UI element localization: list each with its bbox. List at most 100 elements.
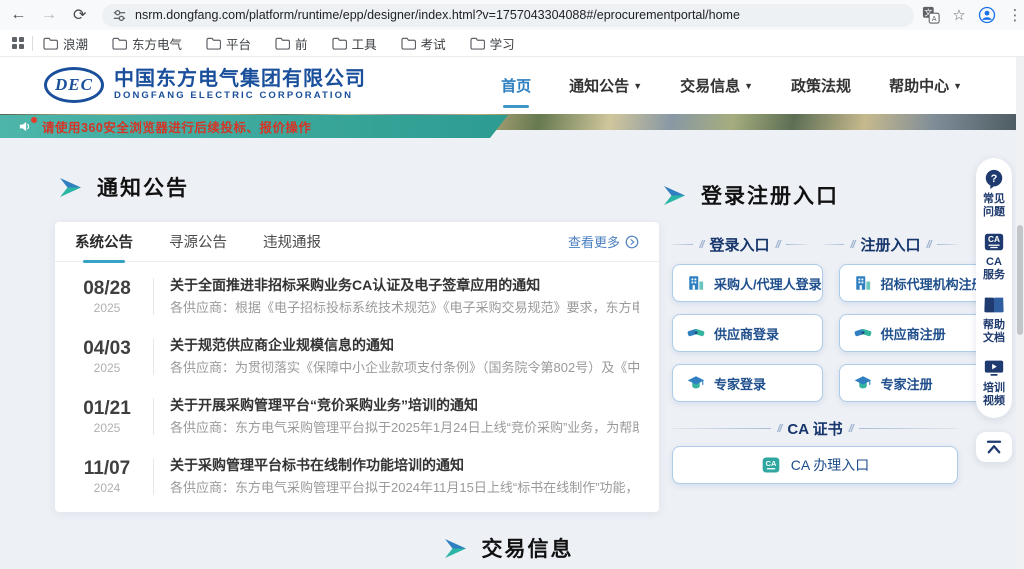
divider [937, 244, 958, 245]
notice-body: 关于全面推进非招标采购业务CA认证及电子签章应用的通知 各供应商：根据《电子招标… [170, 276, 639, 317]
register-header: // 注册入口 // [823, 234, 958, 255]
bookmark-folder[interactable]: 前 [275, 34, 308, 53]
folder-icon [275, 37, 290, 50]
site-settings-icon[interactable] [112, 8, 127, 23]
notice-text: 请使用360安全浏览器进行后续投标、报价操作 [42, 117, 311, 136]
trade-section-title: 交易信息 [0, 533, 1016, 563]
circle-arrow-icon [625, 235, 639, 249]
folder-icon [112, 37, 127, 50]
nav-trade-info[interactable]: 交易信息 ▼ [680, 69, 753, 102]
tab-system-notices[interactable]: 系统公告 [75, 222, 133, 262]
bookmark-star-icon[interactable]: ☆ [950, 6, 968, 24]
apps-grid-icon[interactable] [10, 35, 26, 51]
company-name-en: DONGFANG ELECTRIC CORPORATION [114, 90, 366, 102]
section-title-text: 通知公告 [97, 172, 189, 202]
sidebar-item-faq[interactable]: ? 常见问题 [976, 168, 1012, 219]
supplier-login-button[interactable]: 供应商登录 [672, 314, 823, 352]
company-logo[interactable]: DEC 中国东方电气集团有限公司 DONGFANG ELECTRIC CORPO… [44, 67, 366, 103]
browser-menu-icon[interactable]: ⋮ [1006, 6, 1024, 24]
button-label: 专家登录 [714, 374, 766, 393]
notice-desc: 各供应商：根据《电子招标投标系统技术规范》《电子采购交易规范》要求，东方电气采购… [170, 299, 639, 317]
translate-icon[interactable]: 文 A [922, 6, 940, 24]
notice-body: 关于规范供应商企业规模信息的通知 各供应商：为贯彻落实《保障中小企业款项支付条例… [170, 336, 639, 377]
building-icon [854, 274, 872, 292]
date-md: 08/28 [75, 278, 139, 300]
profile-icon[interactable] [978, 6, 996, 24]
nav-home[interactable]: 首页 [501, 69, 531, 102]
section-title-text: 交易信息 [482, 533, 574, 563]
notice-desc: 各供应商：东方电气采购管理平台拟于2025年1月24日上线“竞价采购”业务，为帮… [170, 419, 639, 437]
bookmark-folder[interactable]: 东方电气 [112, 34, 182, 53]
list-item[interactable]: 08/28 2025 关于全面推进非招标采购业务CA认证及电子签章应用的通知 各… [75, 266, 639, 326]
page-scrollbar[interactable] [1016, 57, 1024, 569]
notice-desc: 各供应商：东方电气采购管理平台拟于2024年11月15日上线“标书在线制作”功能… [170, 479, 639, 497]
browser-notice-ribbon: 请使用360安全浏览器进行后续投标、报价操作 [0, 115, 508, 138]
announcements-card: 系统公告 寻源公告 违规通报 查看更多 08/28 2025 关于全面推进非招标… [55, 222, 659, 512]
nav-policies[interactable]: 政策法规 [791, 69, 851, 102]
floating-sidebar: ? 常见问题 CA CA服务 帮助文档 [976, 158, 1012, 418]
alert-dot [31, 117, 37, 123]
forward-icon[interactable]: → [37, 2, 62, 28]
svg-text:A: A [932, 14, 937, 23]
purchaser-login-button[interactable]: 采购人/代理人登录 [672, 264, 823, 302]
sidebar-item-help-docs[interactable]: 帮助文档 [976, 294, 1012, 345]
agency-register-button[interactable]: 招标代理机构注册 [839, 264, 986, 302]
ca-cert-header: // CA 证书 // [672, 418, 958, 439]
section-arrow-icon [443, 538, 468, 559]
book-icon [983, 294, 1005, 316]
reload-icon[interactable]: ⟳ [67, 2, 92, 28]
company-name-cn: 中国东方电气集团有限公司 [114, 68, 366, 90]
list-item[interactable]: 04/03 2025 关于规范供应商企业规模信息的通知 各供应商：为贯彻落实《保… [75, 326, 639, 386]
button-label: 采购人/代理人登录 [714, 274, 822, 293]
tab-violation-reports[interactable]: 违规通报 [263, 222, 321, 262]
bookmark-folder[interactable]: 浪潮 [43, 34, 88, 53]
folder-icon [401, 37, 416, 50]
bookmark-label: 平台 [226, 34, 251, 53]
ca-card-icon: CA [983, 231, 1005, 253]
collapse-to-top-button[interactable] [976, 432, 1012, 462]
chevron-down-icon: ▼ [633, 81, 642, 91]
tab-sourcing-notices[interactable]: 寻源公告 [169, 222, 227, 262]
section-title-text: 登录注册入口 [701, 180, 839, 210]
button-label: CA 办理入口 [791, 455, 870, 475]
toolbar-right: 文 A ☆ ⋮ [922, 6, 1024, 24]
announcements-section-title: 通知公告 [58, 172, 189, 202]
expert-register-button[interactable]: 专家注册 [839, 364, 986, 402]
announcement-tabs: 系统公告 寻源公告 违规通报 查看更多 [55, 222, 659, 262]
date-year: 2025 [75, 300, 139, 316]
expert-login-button[interactable]: 专家登录 [672, 364, 823, 402]
sidebar-item-ca-service[interactable]: CA CA服务 [976, 231, 1012, 282]
video-icon [983, 357, 1005, 379]
bookmark-folder[interactable]: 考试 [401, 34, 446, 53]
divider [153, 398, 154, 435]
chevron-down-icon: ▼ [953, 81, 962, 91]
notice-title[interactable]: 关于规范供应商企业规模信息的通知 [170, 336, 639, 355]
list-item[interactable]: 11/07 2024 关于采购管理平台标书在线制作功能培训的通知 各供应商：东方… [75, 446, 639, 506]
nav-label: 交易信息 [680, 75, 740, 96]
sidebar-item-training-videos[interactable]: 培训视频 [976, 357, 1012, 408]
ca-apply-button[interactable]: CA CA 办理入口 [672, 446, 958, 484]
nav-label: 帮助中心 [889, 75, 949, 96]
address-bar[interactable]: nsrm.dongfang.com/platform/runtime/epp/d… [102, 4, 914, 27]
date-md: 04/03 [75, 338, 139, 360]
graduation-cap-icon [854, 374, 872, 392]
supplier-register-button[interactable]: 供应商注册 [839, 314, 986, 352]
bookmark-folder[interactable]: 工具 [332, 34, 377, 53]
login-section-title: 登录注册入口 [662, 180, 839, 210]
bookmark-folder[interactable]: 平台 [206, 34, 251, 53]
back-icon[interactable]: ← [6, 2, 31, 28]
nav-help-center[interactable]: 帮助中心 ▼ [889, 69, 962, 102]
view-more-link[interactable]: 查看更多 [568, 232, 639, 251]
bookmark-label: 学习 [490, 34, 515, 53]
folder-icon [332, 37, 347, 50]
handshake-icon [854, 324, 872, 342]
nav-notices[interactable]: 通知公告 ▼ [569, 69, 642, 102]
scrollbar-thumb[interactable] [1017, 225, 1023, 335]
notice-title[interactable]: 关于采购管理平台标书在线制作功能培训的通知 [170, 456, 639, 475]
bookmark-label: 浪潮 [63, 34, 88, 53]
notice-title[interactable]: 关于全面推进非招标采购业务CA认证及电子签章应用的通知 [170, 276, 639, 295]
folder-icon [43, 37, 58, 50]
list-item[interactable]: 01/21 2025 关于开展采购管理平台“竞价采购业务”培训的通知 各供应商：… [75, 386, 639, 446]
bookmark-folder[interactable]: 学习 [470, 34, 515, 53]
notice-title[interactable]: 关于开展采购管理平台“竞价采购业务”培训的通知 [170, 396, 639, 415]
